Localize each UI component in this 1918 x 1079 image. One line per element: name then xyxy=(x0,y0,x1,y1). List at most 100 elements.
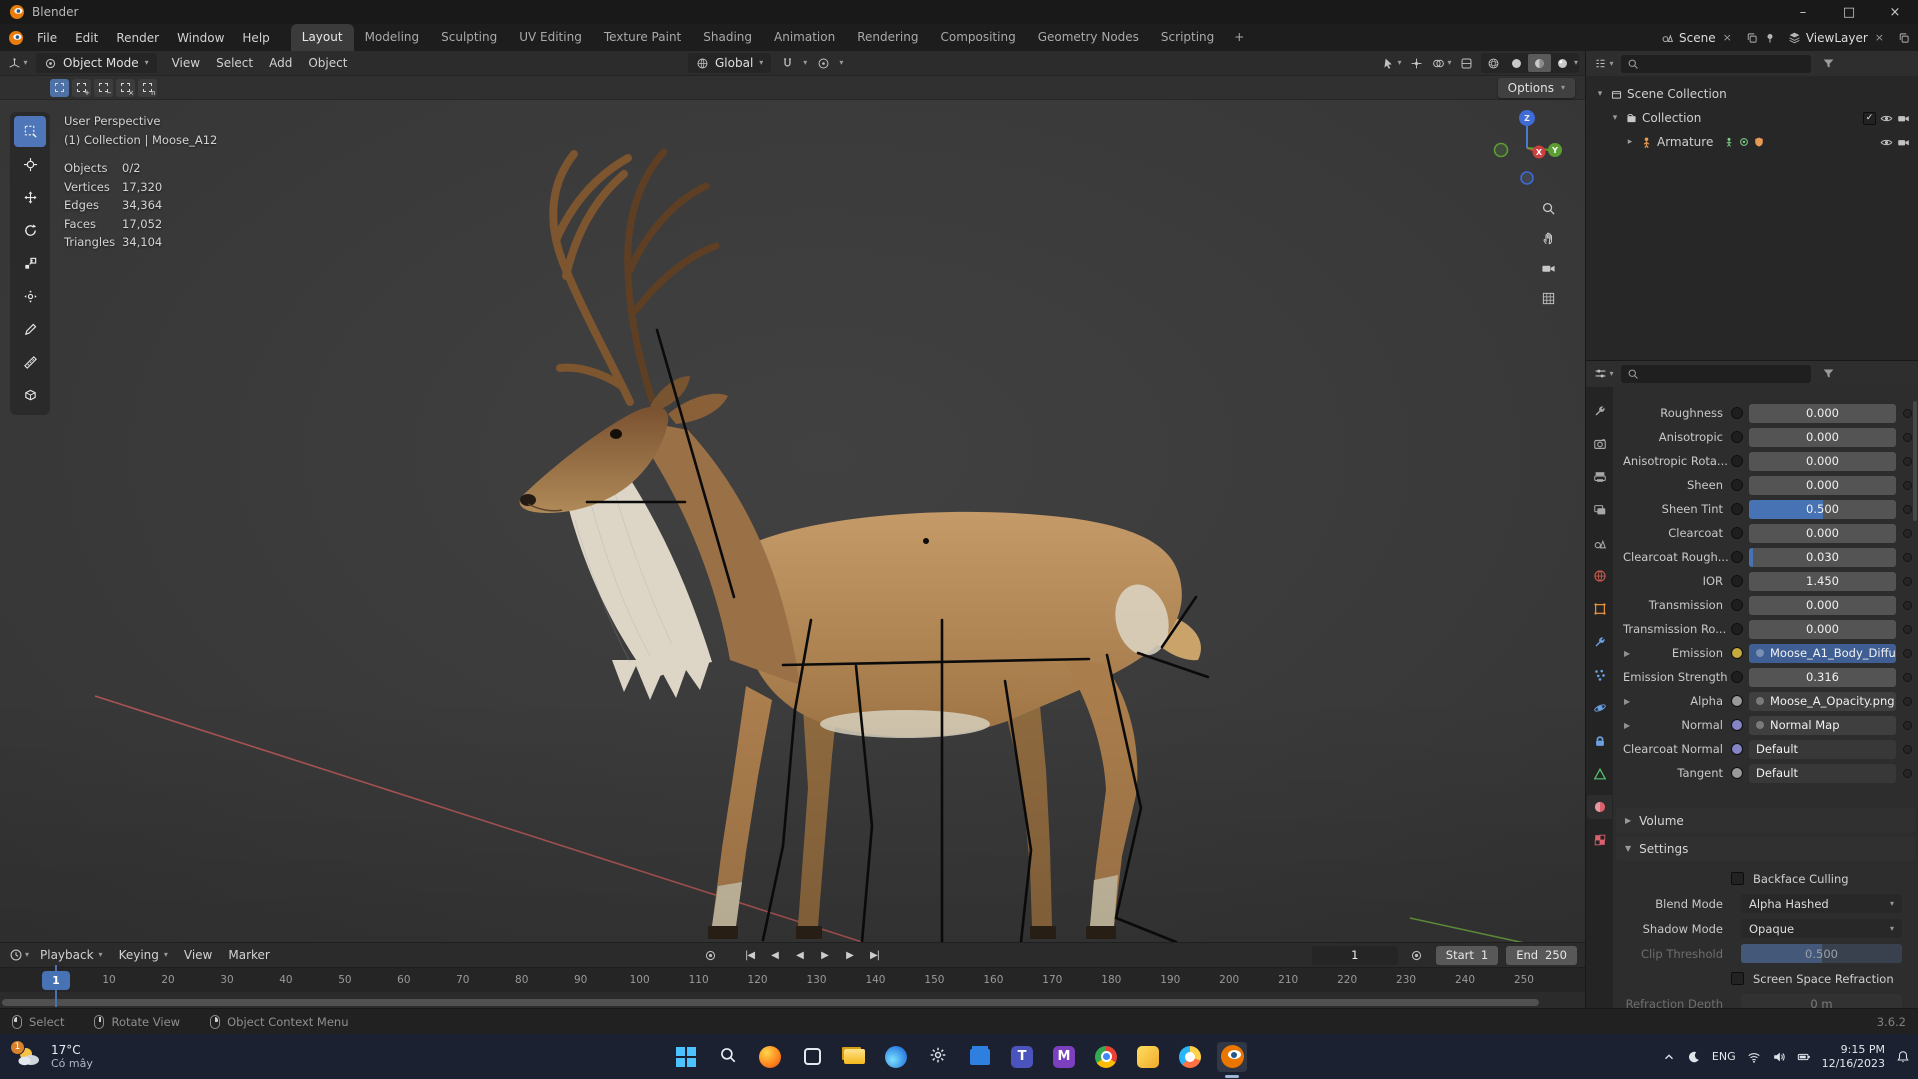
properties-tab-material[interactable] xyxy=(1587,795,1612,819)
select-mode-invert-button[interactable]: × xyxy=(116,79,135,97)
timeline-menu-view[interactable]: View xyxy=(176,945,220,965)
properties-tab-view-layer[interactable] xyxy=(1587,498,1612,522)
input-socket-icon[interactable] xyxy=(1731,551,1743,563)
options-dropdown[interactable]: Options ▾ xyxy=(1498,78,1575,98)
remove-view-layer-button[interactable]: × xyxy=(1873,31,1886,44)
tool-cursor-button[interactable] xyxy=(14,149,46,180)
tool-add-cube-button[interactable] xyxy=(14,380,46,411)
tool-transform-button[interactable] xyxy=(14,281,46,312)
show-overlays-button[interactable]: ▾ xyxy=(1431,53,1453,73)
menu-file[interactable]: File xyxy=(28,27,66,49)
input-socket-icon[interactable] xyxy=(1731,575,1743,587)
tool-annotate-button[interactable] xyxy=(14,314,46,345)
dropdown-blend-mode[interactable]: Alpha Hashed▾ xyxy=(1741,894,1902,913)
taskbar-app-settings[interactable] xyxy=(923,1042,953,1072)
properties-tab-tool[interactable] xyxy=(1587,399,1612,423)
volume-panel-header[interactable]: ▶ Volume xyxy=(1616,808,1915,833)
hide-in-viewport-eye-icon[interactable] xyxy=(1880,112,1893,125)
value-slider[interactable]: 0.500 xyxy=(1741,944,1902,963)
input-socket-icon[interactable] xyxy=(1731,527,1743,539)
keyframe-decorator[interactable] xyxy=(1903,409,1912,418)
keyframe-decorator[interactable] xyxy=(1903,625,1912,634)
properties-tab-constraints[interactable] xyxy=(1587,729,1612,753)
value-slider[interactable]: 0.500 xyxy=(1749,500,1896,519)
properties-tab-physics[interactable] xyxy=(1587,696,1612,720)
taskbar-app-teams[interactable]: T xyxy=(1007,1042,1037,1072)
input-socket-icon[interactable] xyxy=(1731,743,1743,755)
tool-move-button[interactable] xyxy=(14,182,46,213)
select-mode-set-button[interactable] xyxy=(50,79,69,97)
timeline-ruler[interactable]: 1 10203040506070809010011012013014015016… xyxy=(0,967,1585,992)
shading-rendered-button[interactable] xyxy=(1551,54,1574,72)
snap-toggle[interactable] xyxy=(776,53,798,73)
workspace-tab-sculpting[interactable]: Sculpting xyxy=(430,24,508,51)
taskbar-app-chat[interactable] xyxy=(1133,1042,1163,1072)
properties-tab-render[interactable] xyxy=(1587,432,1612,456)
unlink-scene-button[interactable]: × xyxy=(1721,31,1734,44)
input-socket-icon[interactable] xyxy=(1731,647,1743,659)
taskbar-app-browser[interactable] xyxy=(1175,1042,1205,1072)
properties-tab-texture[interactable] xyxy=(1587,828,1612,852)
outliner-item-collection[interactable]: ▾Collection✓ xyxy=(1586,106,1918,130)
keyframe-decorator[interactable] xyxy=(1903,697,1912,706)
orientation-dropdown[interactable]: Global ▾ xyxy=(688,53,771,73)
input-socket-icon[interactable] xyxy=(1731,431,1743,443)
next-keyframe-button[interactable]: ▶ xyxy=(839,946,861,965)
keyframe-decorator[interactable] xyxy=(1903,481,1912,490)
taskbar-app-mail[interactable]: M xyxy=(1049,1042,1079,1072)
input-socket-icon[interactable] xyxy=(1731,407,1743,419)
properties-search[interactable] xyxy=(1621,365,1811,383)
hide-in-viewport-eye-icon[interactable] xyxy=(1880,136,1893,149)
taskbar-app-chrome[interactable] xyxy=(1091,1042,1121,1072)
current-frame-indicator[interactable]: 1 xyxy=(42,971,70,990)
viewport-3d[interactable]: User Perspective (1) Collection | Moose_… xyxy=(0,100,1585,942)
timeline-track-area[interactable] xyxy=(0,992,1585,1008)
tool-scale-button[interactable] xyxy=(14,248,46,279)
disable-in-renders-camera-icon[interactable] xyxy=(1897,112,1910,125)
value-slider[interactable]: 0.000 xyxy=(1749,620,1896,639)
shading-solid-button[interactable] xyxy=(1505,54,1528,72)
toggle-ortho-button[interactable] xyxy=(1537,288,1559,308)
dropdown-shadow-mode[interactable]: Opaque▾ xyxy=(1741,919,1902,938)
workspace-tab-animation[interactable]: Animation xyxy=(763,24,846,51)
navigation-gizmo[interactable]: Z X Y xyxy=(1487,108,1567,188)
workspace-tab-scripting[interactable]: Scripting xyxy=(1150,24,1225,51)
volume-icon[interactable] xyxy=(1772,1050,1786,1064)
show-gizmos-button[interactable] xyxy=(1406,53,1428,73)
input-socket-icon[interactable] xyxy=(1731,623,1743,635)
viewport-menu-add[interactable]: Add xyxy=(261,53,300,73)
camera-view-button[interactable] xyxy=(1537,258,1559,278)
auto-keying-toggle[interactable] xyxy=(1406,945,1428,965)
link-field[interactable]: Default xyxy=(1749,764,1896,783)
keyframe-decorator[interactable] xyxy=(1903,769,1912,778)
input-socket-icon[interactable] xyxy=(1731,671,1743,683)
pin-scene-icon[interactable] xyxy=(1764,32,1776,44)
timeline-menu-playback[interactable]: Playback▾ xyxy=(32,945,111,965)
taskbar-app-store[interactable] xyxy=(965,1042,995,1072)
outliner-editor-type-button[interactable]: ▾ xyxy=(1593,54,1615,74)
record-button[interactable] xyxy=(700,946,722,965)
proportional-editing-toggle[interactable] xyxy=(812,53,834,73)
current-frame-field[interactable]: 1 xyxy=(1312,946,1398,965)
input-socket-icon[interactable] xyxy=(1731,599,1743,611)
workspace-tab-modeling[interactable]: Modeling xyxy=(354,24,431,51)
timeline-editor-type-button[interactable]: ▾ xyxy=(8,945,30,965)
chevron-down-icon[interactable]: ▾ xyxy=(1609,113,1621,123)
zoom-button[interactable] xyxy=(1537,198,1559,218)
viewport-menu-select[interactable]: Select xyxy=(208,53,261,73)
taskbar-app-start[interactable] xyxy=(671,1042,701,1072)
properties-search-input[interactable] xyxy=(1644,367,1805,380)
frame-start-field[interactable]: Start 1 xyxy=(1436,946,1498,965)
menu-window[interactable]: Window xyxy=(168,27,233,49)
value-slider[interactable]: 0.000 xyxy=(1749,452,1896,471)
language-indicator[interactable]: ENG xyxy=(1712,1050,1736,1063)
viewport-menu-object[interactable]: Object xyxy=(300,53,355,73)
outliner-item-scene-collection[interactable]: ▾Scene Collection xyxy=(1586,82,1918,106)
workspace-tab-layout[interactable]: Layout xyxy=(291,24,354,51)
tool-rotate-button[interactable] xyxy=(14,215,46,246)
shading-material-preview-button[interactable] xyxy=(1528,54,1551,72)
blender-app-menu-icon[interactable] xyxy=(8,30,24,46)
input-socket-icon[interactable] xyxy=(1731,767,1743,779)
keyframe-decorator[interactable] xyxy=(1903,457,1912,466)
outliner-item-armature[interactable]: ▸Armature xyxy=(1586,130,1918,154)
